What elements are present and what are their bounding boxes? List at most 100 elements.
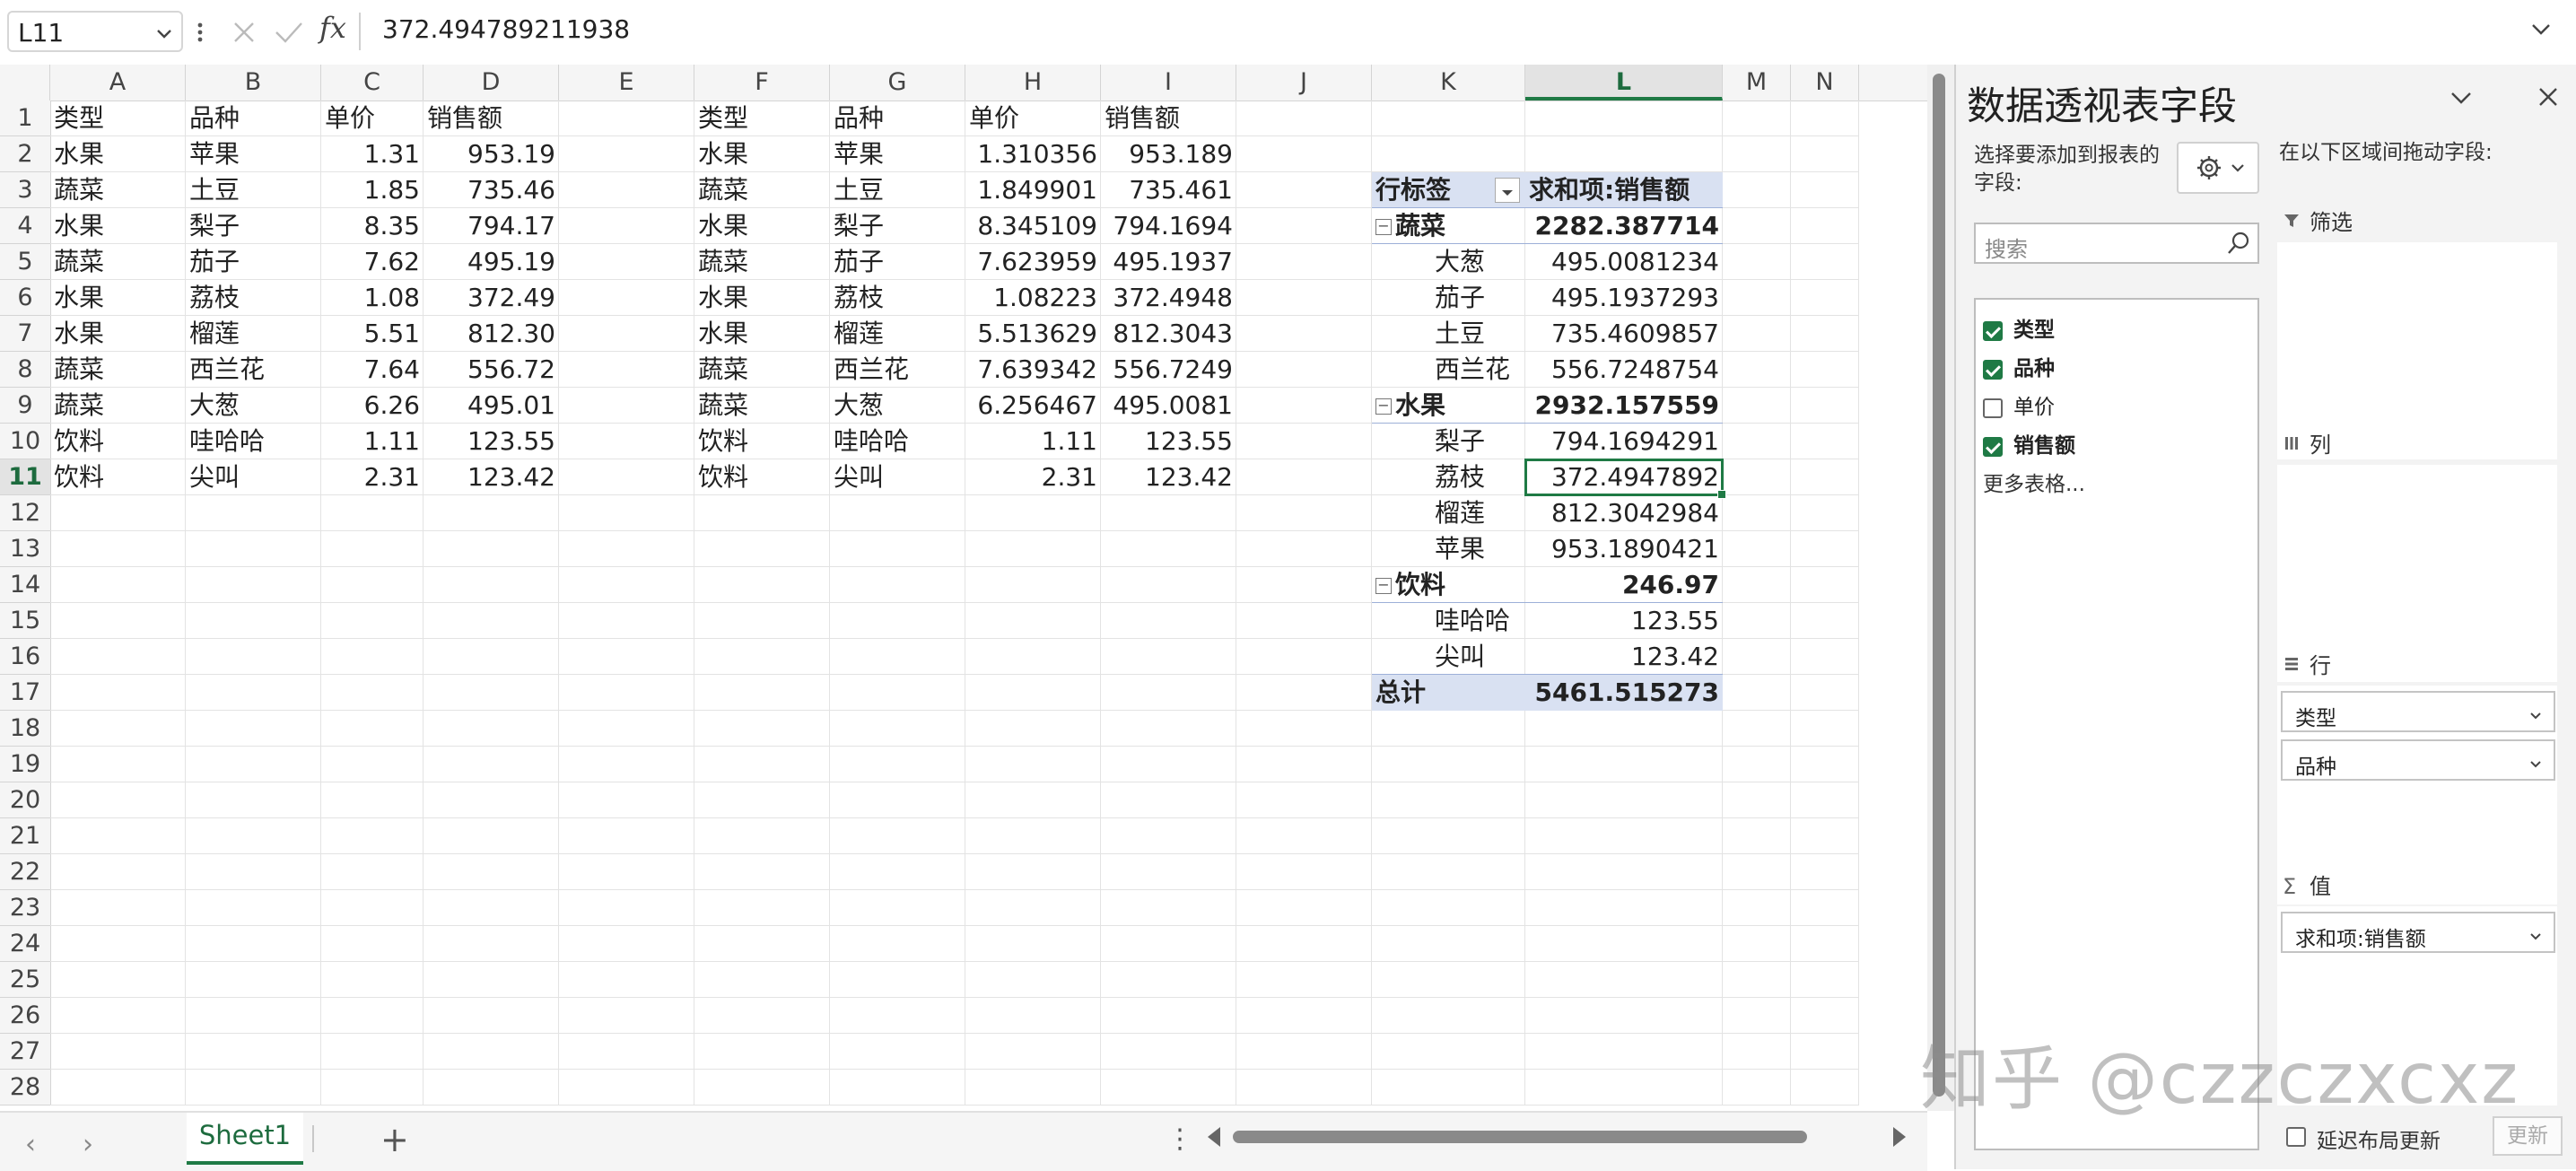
row-header-3[interactable]: 3 bbox=[0, 172, 50, 208]
cell-d1[interactable]: 销售额 bbox=[424, 100, 559, 136]
cell-i5[interactable]: 495.1937 bbox=[1101, 244, 1236, 280]
cell-b3[interactable]: 土豆 bbox=[186, 172, 321, 208]
cell-i1[interactable]: 销售额 bbox=[1101, 100, 1236, 136]
cell-f5[interactable]: 蔬菜 bbox=[694, 244, 830, 280]
column-header-m[interactable]: M bbox=[1723, 65, 1791, 100]
cell-c9[interactable]: 6.26 bbox=[321, 388, 424, 424]
enter-icon[interactable] bbox=[273, 14, 305, 50]
cell-l10[interactable]: 794.1694291 bbox=[1525, 424, 1723, 459]
cell-l12[interactable]: 812.3042984 bbox=[1525, 495, 1723, 531]
cell-c5[interactable]: 7.62 bbox=[321, 244, 424, 280]
column-header-d[interactable]: D bbox=[424, 65, 559, 100]
cell-k5[interactable]: 大葱 bbox=[1372, 244, 1525, 280]
row-header-15[interactable]: 15 bbox=[0, 603, 50, 639]
cell-l13[interactable]: 953.1890421 bbox=[1525, 531, 1723, 567]
cell-k15[interactable]: 哇哈哈 bbox=[1372, 603, 1525, 639]
row-header-26[interactable]: 26 bbox=[0, 998, 50, 1034]
pivot-header-cell[interactable]: 5461.515273 bbox=[1525, 675, 1723, 711]
chevron-down-icon[interactable] bbox=[2528, 926, 2543, 949]
cell-d8[interactable]: 556.72 bbox=[424, 352, 559, 388]
checkbox-unchecked[interactable] bbox=[2286, 1127, 2306, 1147]
cell-h8[interactable]: 7.639342 bbox=[965, 352, 1101, 388]
cell-d7[interactable]: 812.30 bbox=[424, 316, 559, 352]
cell-b9[interactable]: 大葱 bbox=[186, 388, 321, 424]
row-header-14[interactable]: 14 bbox=[0, 567, 50, 603]
cell-b7[interactable]: 榴莲 bbox=[186, 316, 321, 352]
cell-d2[interactable]: 953.19 bbox=[424, 136, 559, 172]
row-header-21[interactable]: 21 bbox=[0, 818, 50, 854]
cell-d5[interactable]: 495.19 bbox=[424, 244, 559, 280]
row-header-6[interactable]: 6 bbox=[0, 280, 50, 316]
cell-f4[interactable]: 水果 bbox=[694, 208, 830, 244]
column-header-e[interactable]: E bbox=[559, 65, 694, 100]
cell-i10[interactable]: 123.55 bbox=[1101, 424, 1236, 459]
cell-b6[interactable]: 荔枝 bbox=[186, 280, 321, 316]
column-header-g[interactable]: G bbox=[830, 65, 965, 100]
chevron-down-icon[interactable] bbox=[2528, 754, 2543, 777]
cancel-icon[interactable] bbox=[230, 14, 258, 50]
cell-l14[interactable]: 246.97 bbox=[1525, 567, 1723, 603]
row-header-13[interactable]: 13 bbox=[0, 531, 50, 567]
vertical-scroll-thumb[interactable] bbox=[1933, 74, 1945, 1097]
column-header-n[interactable]: N bbox=[1791, 65, 1859, 100]
cell-h11[interactable]: 2.31 bbox=[965, 459, 1101, 495]
cell-l15[interactable]: 123.55 bbox=[1525, 603, 1723, 639]
cell-f8[interactable]: 蔬菜 bbox=[694, 352, 830, 388]
row-header-22[interactable]: 22 bbox=[0, 854, 50, 890]
cell-l7[interactable]: 735.4609857 bbox=[1525, 316, 1723, 352]
cell-g4[interactable]: 梨子 bbox=[830, 208, 965, 244]
cell-k4[interactable]: − 蔬菜 bbox=[1372, 208, 1525, 244]
cell-i7[interactable]: 812.3043 bbox=[1101, 316, 1236, 352]
cell-d11[interactable]: 123.42 bbox=[424, 459, 559, 495]
cell-c11[interactable]: 2.31 bbox=[321, 459, 424, 495]
cell-i4[interactable]: 794.1694 bbox=[1101, 208, 1236, 244]
row-header-1[interactable]: 1 bbox=[0, 100, 50, 136]
cell-k8[interactable]: 西兰花 bbox=[1372, 352, 1525, 388]
cell-i8[interactable]: 556.7249 bbox=[1101, 352, 1236, 388]
row-header-9[interactable]: 9 bbox=[0, 388, 50, 424]
cell-c4[interactable]: 8.35 bbox=[321, 208, 424, 244]
name-box[interactable]: L11 bbox=[7, 11, 183, 52]
row-header-2[interactable]: 2 bbox=[0, 136, 50, 172]
column-header-j[interactable]: J bbox=[1236, 65, 1372, 100]
row-header-28[interactable]: 28 bbox=[0, 1070, 50, 1105]
cell-c6[interactable]: 1.08 bbox=[321, 280, 424, 316]
cell-b10[interactable]: 哇哈哈 bbox=[186, 424, 321, 459]
cell-k7[interactable]: 土豆 bbox=[1372, 316, 1525, 352]
pivot-header-cell[interactable]: 求和项:销售额 bbox=[1525, 172, 1723, 208]
collapse-icon[interactable]: − bbox=[1375, 398, 1392, 415]
cell-k14[interactable]: − 饮料 bbox=[1372, 567, 1525, 603]
row-field-variety-chip[interactable]: 品种 bbox=[2281, 739, 2555, 781]
cell-c10[interactable]: 1.11 bbox=[321, 424, 424, 459]
cell-a10[interactable]: 饮料 bbox=[50, 424, 186, 459]
cell-g5[interactable]: 茄子 bbox=[830, 244, 965, 280]
cell-k12[interactable]: 榴莲 bbox=[1372, 495, 1525, 531]
cell-k10[interactable]: 梨子 bbox=[1372, 424, 1525, 459]
cell-h1[interactable]: 单价 bbox=[965, 100, 1101, 136]
scroll-right-icon[interactable] bbox=[1893, 1127, 1906, 1147]
cell-h7[interactable]: 5.513629 bbox=[965, 316, 1101, 352]
cell-h5[interactable]: 7.623959 bbox=[965, 244, 1101, 280]
worksheet-grid[interactable]: ABCDEFGHIJKLMN 1 2 3 4 5 6 7 8 9 10 11 12 13 14 15 16 17… bbox=[0, 65, 1927, 1111]
cell-b5[interactable]: 茄子 bbox=[186, 244, 321, 280]
cell-h2[interactable]: 1.310356 bbox=[965, 136, 1101, 172]
next-sheet-icon[interactable]: › bbox=[83, 1129, 93, 1160]
cell-a2[interactable]: 水果 bbox=[50, 136, 186, 172]
sheet-tab-sheet1[interactable]: Sheet1 bbox=[187, 1113, 303, 1165]
collapse-icon[interactable]: − bbox=[1375, 219, 1392, 235]
horizontal-scroll-thumb[interactable] bbox=[1233, 1131, 1807, 1143]
row-header-19[interactable]: 19 bbox=[0, 747, 50, 782]
row-header-25[interactable]: 25 bbox=[0, 962, 50, 998]
chevron-down-icon[interactable] bbox=[2448, 84, 2475, 115]
cell-d3[interactable]: 735.46 bbox=[424, 172, 559, 208]
cell-g9[interactable]: 大葱 bbox=[830, 388, 965, 424]
checkbox-checked[interactable] bbox=[1983, 360, 2003, 380]
vertical-scrollbar[interactable] bbox=[1927, 65, 1954, 1111]
cell-h6[interactable]: 1.08223 bbox=[965, 280, 1101, 316]
search-icon[interactable] bbox=[2225, 230, 2252, 260]
cell-l5[interactable]: 495.0081234 bbox=[1525, 244, 1723, 280]
fill-handle[interactable] bbox=[1717, 490, 1726, 499]
cell-f11[interactable]: 饮料 bbox=[694, 459, 830, 495]
more-options-icon[interactable] bbox=[194, 14, 206, 50]
row-label-filter-dropdown-icon[interactable] bbox=[1495, 178, 1520, 203]
